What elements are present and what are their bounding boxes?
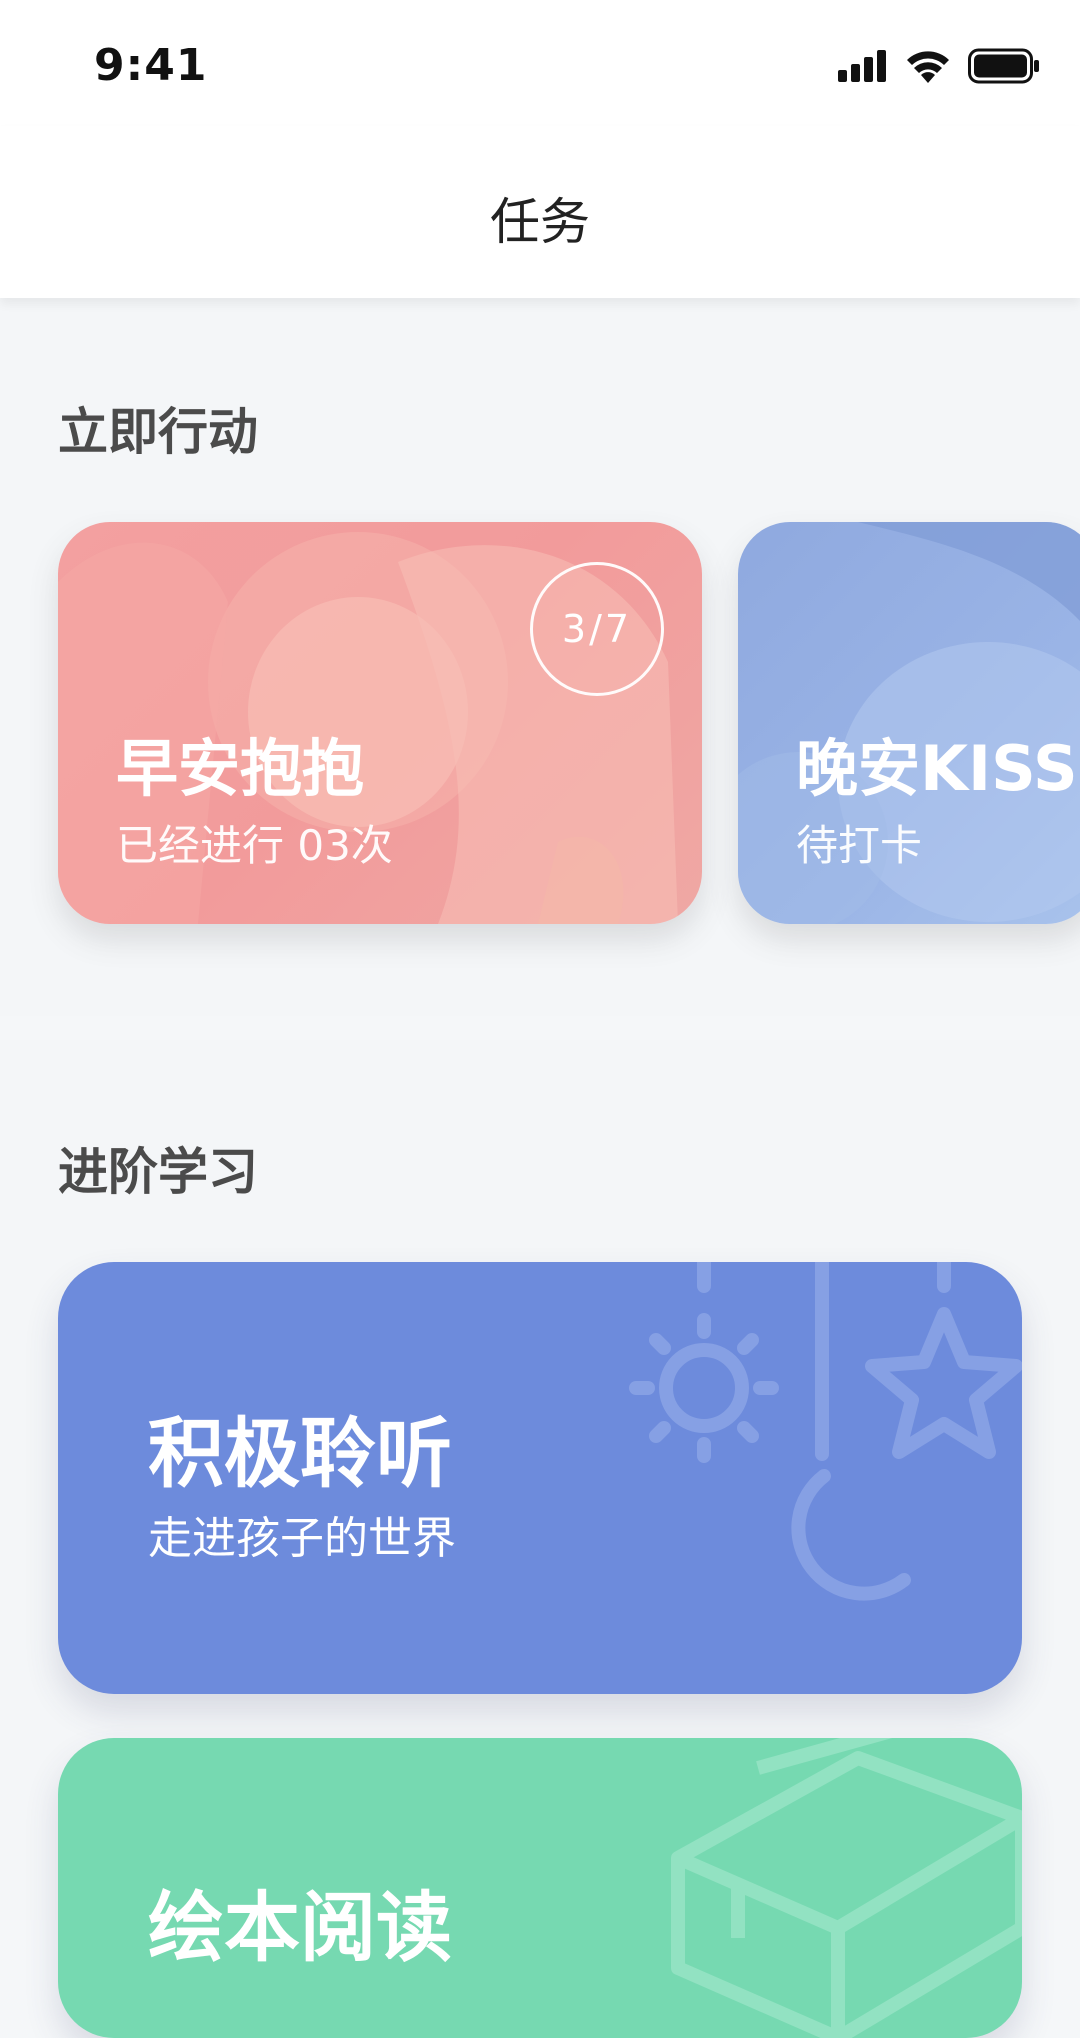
page-title: 任务 [490,193,590,251]
course-card-picture-book-reading[interactable]: 绘本阅读 [58,1738,1022,2038]
progress-ring: 3/7 [530,562,664,696]
task-card-goodnight-kiss[interactable]: 晚安KISS 待打卡 [738,522,1080,924]
course-card-active-listening[interactable]: 积极聆听 走进孩子的世界 [58,1262,1022,1694]
course-subtitle: 走进孩子的世界 [148,1513,456,1564]
cellular-signal-icon [838,50,886,82]
card-subtitle: 待打卡 [796,821,923,870]
star-icon [865,1307,1022,1459]
course-title: 绘本阅读 [148,1883,452,1972]
section-title-action: 立即行动 [58,403,258,461]
status-icons [838,48,1040,84]
status-time: 9:41 [94,40,208,91]
nav-bar: 任务 [0,126,1080,298]
task-card-morning-hug[interactable]: 3/7 早安抱抱 已经进行 03次 [58,522,702,924]
card-title: 早安抱抱 [116,732,365,805]
book-icon [671,1738,1022,2038]
battery-icon [968,48,1039,84]
moon-icon [791,1469,911,1601]
card-title: 晚安KISS [796,732,1078,805]
night-mobile-decoration [629,1262,1022,1601]
course-title: 积极聆听 [148,1409,452,1498]
sun-icon [629,1313,779,1463]
status-bar: 9:41 [0,0,1080,126]
card-subtitle: 已经进行 03次 [116,821,393,870]
wifi-icon [907,51,949,83]
section-title-study: 进阶学习 [58,1143,258,1201]
